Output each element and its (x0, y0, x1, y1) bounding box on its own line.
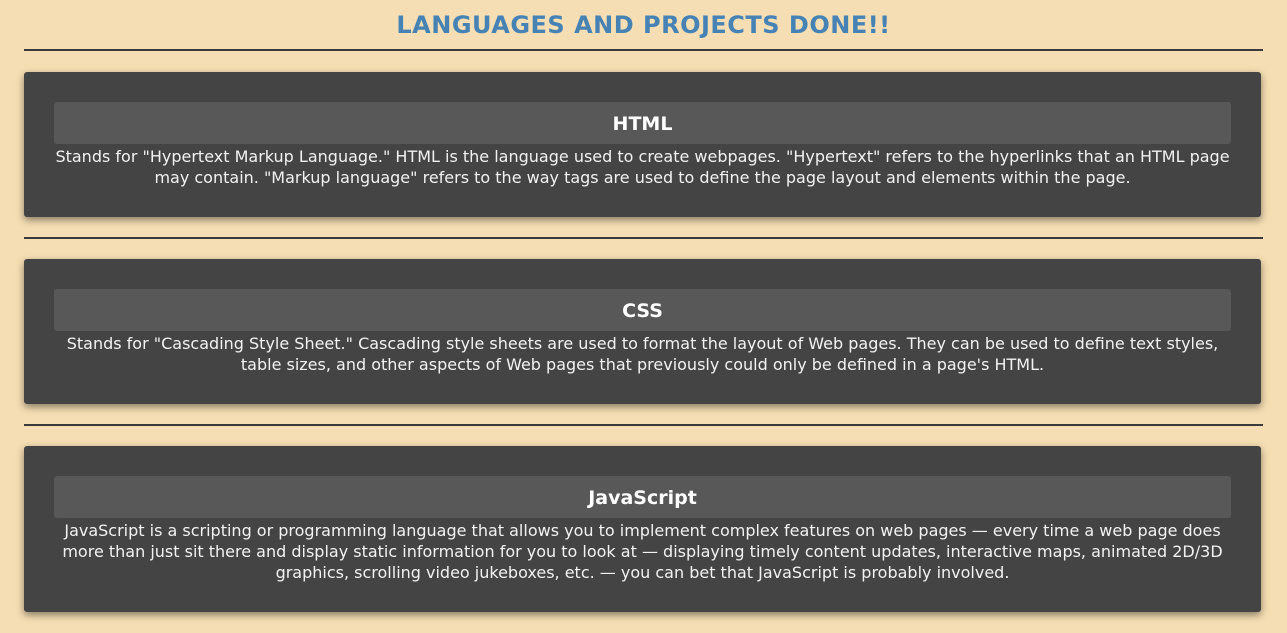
divider (24, 237, 1263, 239)
card-heading-javascript: JavaScript (54, 476, 1231, 518)
page-title: LANGUAGES AND PROJECTS DONE!! (396, 11, 891, 39)
divider (24, 49, 1263, 51)
card-html: HTML Stands for "Hypertext Markup Langua… (24, 72, 1261, 217)
card-description-html: Stands for "Hypertext Markup Language." … (55, 147, 1230, 187)
card-description-javascript: JavaScript is a scripting or programming… (62, 521, 1223, 582)
card-css: CSS Stands for "Cascading Style Sheet." … (24, 259, 1261, 404)
card-heading-css: CSS (54, 289, 1231, 331)
card-heading-html: HTML (54, 102, 1231, 144)
card-description-css: Stands for "Cascading Style Sheet." Casc… (66, 334, 1219, 374)
card-javascript: JavaScript JavaScript is a scripting or … (24, 446, 1261, 612)
divider (24, 424, 1263, 426)
